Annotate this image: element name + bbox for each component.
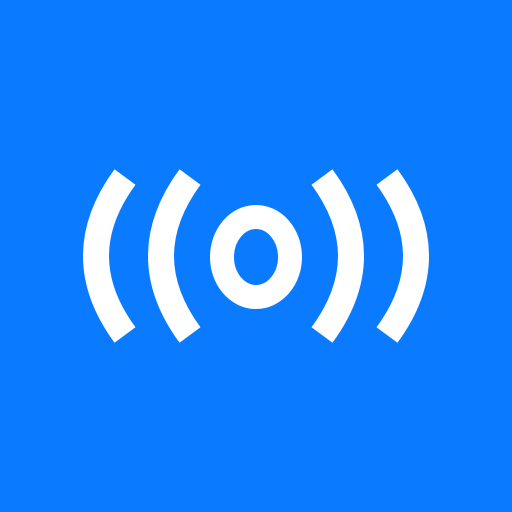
inner-left-wave (148, 169, 201, 343)
outer-right-wave (376, 169, 429, 343)
app-icon (0, 0, 512, 512)
inner-right-wave (311, 169, 364, 343)
center-ring (210, 205, 302, 309)
broadcast-signal-icon (83, 169, 429, 343)
outer-left-wave (83, 169, 136, 343)
